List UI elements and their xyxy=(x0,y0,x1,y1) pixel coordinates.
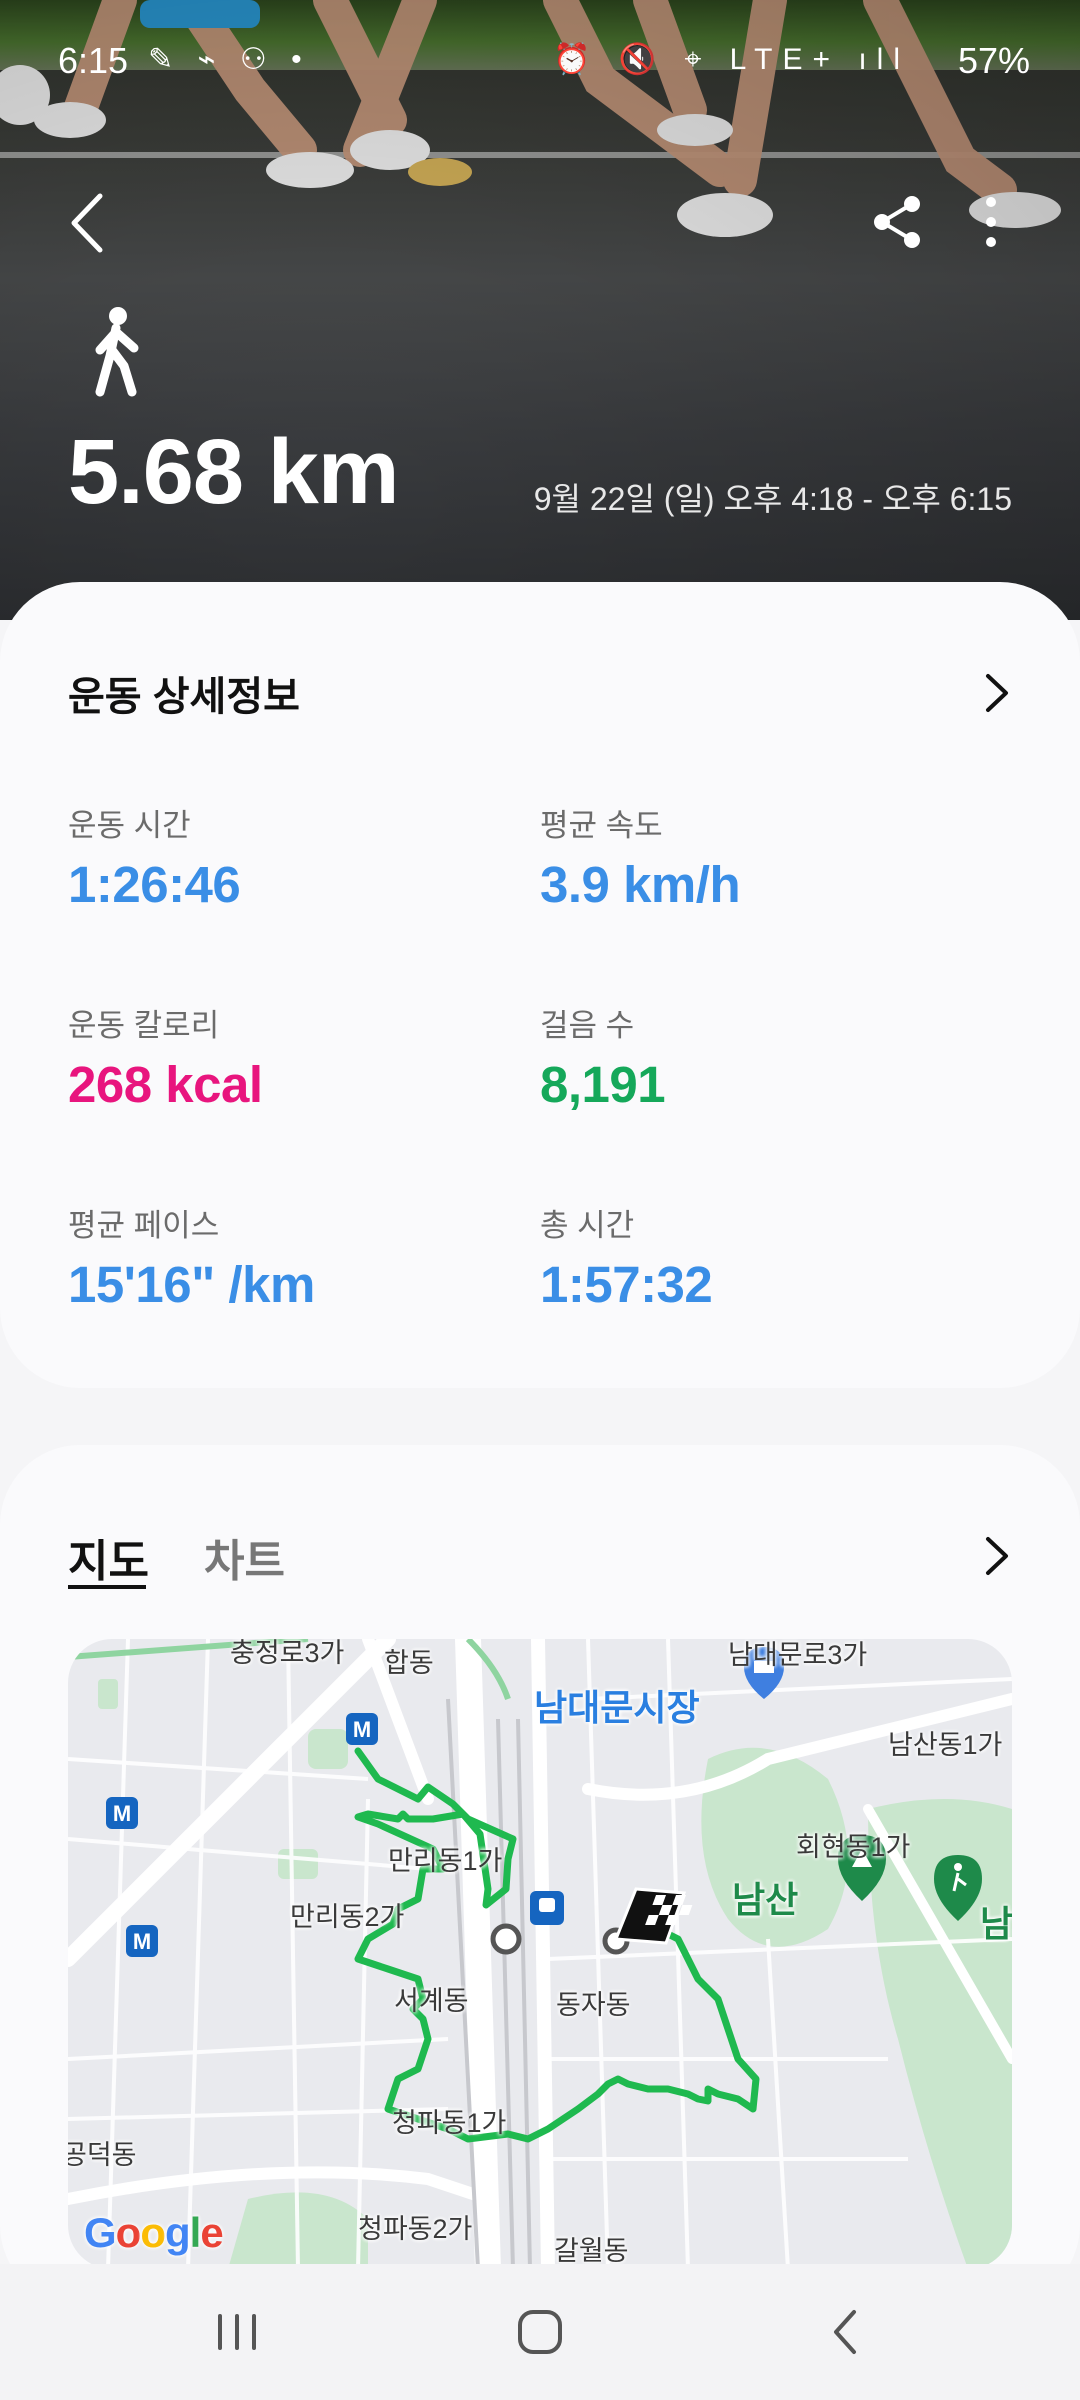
chevron-right-icon xyxy=(986,1537,1008,1575)
stat-average-speed: 평균 속도 3.9 km/h xyxy=(540,800,741,914)
status-right-icons: ⏰ 🔇 ⌖ LTE+ ıll xyxy=(553,43,910,76)
total-distance: 5.68 km xyxy=(68,421,400,523)
chevron-left-icon xyxy=(71,193,103,253)
stat-value: 8,191 xyxy=(540,1056,666,1113)
map-label: 회현동1가 xyxy=(796,1832,911,1862)
stat-calories: 운동 칼로리 268 kcal xyxy=(68,1000,263,1114)
hero-banner: 6:15 ✎ ⌁ ⚇ • ⏰ 🔇 ⌖ LTE+ ıll 57% 5.68 km … xyxy=(0,0,1080,620)
stat-value: 1:57:32 xyxy=(540,1256,713,1313)
svg-text:M: M xyxy=(353,1717,371,1742)
stat-label: 운동 칼로리 xyxy=(68,1008,220,1043)
stat-value: 15'16" /km xyxy=(68,1256,315,1313)
map-label: 남산동1가 xyxy=(888,1730,1003,1760)
map-label: 공덕동 xyxy=(68,2140,137,2170)
map-label: 만리동1가 xyxy=(388,1846,503,1876)
map-label: 남대문로3가 xyxy=(728,1640,868,1670)
recent-apps-button[interactable] xyxy=(202,2302,272,2362)
stat-value: 3.9 km/h xyxy=(540,856,741,913)
stat-steps: 걸음 수 8,191 xyxy=(540,1000,666,1114)
logo-letter: G xyxy=(84,2209,117,2256)
status-time: 6:15 xyxy=(58,40,129,81)
stat-label: 평균 속도 xyxy=(540,808,663,843)
tab-chart[interactable]: 차트 xyxy=(204,1525,285,1589)
stat-label: 평균 페이스 xyxy=(68,1208,220,1243)
share-icon xyxy=(874,196,920,248)
stat-value: 1:26:46 xyxy=(68,856,241,913)
battery-indicator: 57% xyxy=(957,40,1030,81)
back-icon xyxy=(834,2310,856,2354)
route-map[interactable]: M M M 충정로3가 합동 남대문로3가 남대문시장 남산동1가 회현동1가 … xyxy=(68,1639,1012,2269)
home-icon xyxy=(518,2310,562,2354)
map-label: 서계동 xyxy=(394,1986,469,2016)
back-button[interactable] xyxy=(60,188,120,258)
logo-letter: l xyxy=(189,2209,202,2256)
stat-label: 운동 시간 xyxy=(68,808,191,843)
walking-person-icon xyxy=(95,307,139,397)
share-button[interactable] xyxy=(870,192,926,252)
map-label: 청파동2가 xyxy=(358,2214,473,2244)
logo-letter: o xyxy=(140,2209,166,2256)
status-left-icons: ✎ ⌁ ⚇ • xyxy=(148,43,310,76)
map-tiles: M M M xyxy=(68,1639,1012,2269)
details-title: 운동 상세정보 xyxy=(68,675,300,719)
nav-back-button[interactable] xyxy=(810,2302,880,2362)
stat-label: 걸음 수 xyxy=(540,1008,635,1043)
logo-letter: o xyxy=(115,2209,142,2256)
workout-date-range: 9월 22일 (일) 오후 4:18 - 오후 6:15 xyxy=(533,481,1012,517)
recent-apps-icon xyxy=(218,2314,256,2350)
active-tab-indicator xyxy=(68,1585,146,1589)
map-label: 갈월동 xyxy=(554,2236,629,2266)
hero-shade xyxy=(0,0,1080,620)
map-label: 동자동 xyxy=(556,1990,631,2020)
google-attribution-logo: Google xyxy=(84,2209,224,2257)
map-card: 지도 차트 M M M 충정로3가 합동 남대문로3가 남대문시장 남산동1가 … xyxy=(0,1445,1080,2305)
map-label-park: 남산 xyxy=(732,1879,799,1920)
stat-exercise-time: 운동 시간 1:26:46 xyxy=(68,800,241,914)
logo-letter: e xyxy=(200,2209,223,2256)
stat-label: 총 시간 xyxy=(540,1208,635,1243)
chevron-right-icon xyxy=(986,674,1008,712)
svg-text:M: M xyxy=(113,1801,131,1826)
map-expand-button[interactable] xyxy=(976,1531,1016,1581)
workout-details-card: 운동 상세정보 운동 시간 1:26:46 평균 속도 3.9 km/h 운동 … xyxy=(0,582,1080,1388)
stat-average-pace: 평균 페이스 15'16" /km xyxy=(68,1200,315,1314)
tab-map[interactable]: 지도 xyxy=(68,1525,149,1589)
map-label: 합동 xyxy=(384,1648,434,1678)
map-label-park: 남 xyxy=(980,1903,1012,1944)
more-vertical-icon xyxy=(986,197,996,247)
map-label: 만리동2가 xyxy=(290,1902,405,1932)
map-label: 청파동1가 xyxy=(392,2108,507,2138)
map-label: 충정로3가 xyxy=(230,1639,345,1668)
map-label-market: 남대문시장 xyxy=(534,1687,700,1728)
system-navigation-bar xyxy=(0,2264,1080,2400)
logo-letter: g xyxy=(164,2209,191,2256)
details-expand-button[interactable] xyxy=(976,668,1016,718)
svg-text:M: M xyxy=(133,1929,151,1954)
home-button[interactable] xyxy=(505,2302,575,2362)
more-options-button[interactable] xyxy=(966,192,1016,252)
stat-value: 268 kcal xyxy=(68,1056,263,1113)
status-bar: 6:15 ✎ ⌁ ⚇ • ⏰ 🔇 ⌖ LTE+ ıll 57% xyxy=(0,36,1080,86)
stat-total-time: 총 시간 1:57:32 xyxy=(540,1200,713,1314)
